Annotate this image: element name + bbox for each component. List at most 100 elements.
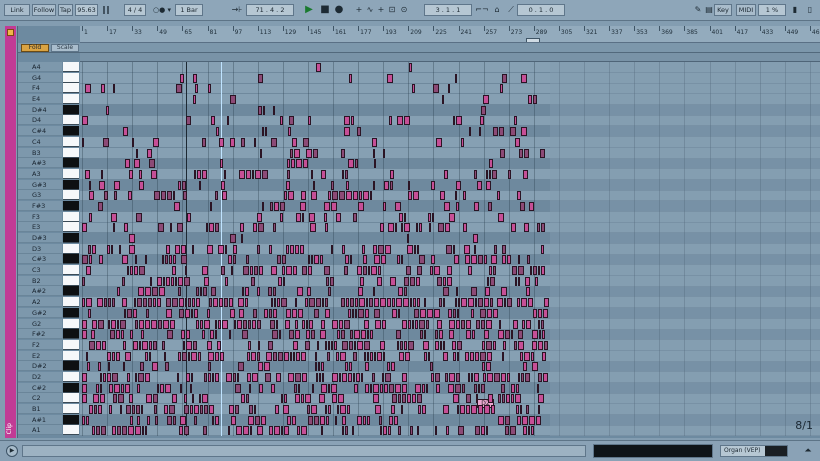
midi-note[interactable] [121, 383, 124, 393]
midi-note[interactable] [275, 405, 279, 415]
midi-note[interactable] [352, 308, 354, 318]
midi-note[interactable] [192, 394, 194, 404]
midi-note[interactable] [149, 351, 151, 361]
midi-note[interactable] [96, 340, 101, 350]
midi-note[interactable] [128, 426, 134, 436]
midi-note[interactable] [191, 308, 193, 318]
midi-note[interactable] [135, 319, 138, 329]
midi-note[interactable] [100, 383, 102, 393]
piano-key-row[interactable]: C2 [18, 393, 80, 404]
midi-note[interactable] [353, 373, 355, 382]
midi-note[interactable] [484, 298, 489, 308]
midi-note[interactable] [215, 191, 218, 201]
midi-note[interactable] [149, 340, 152, 350]
midi-note[interactable] [383, 351, 385, 361]
midi-note[interactable] [507, 373, 510, 382]
piano-key-row[interactable]: A#1 [18, 414, 80, 426]
midi-note[interactable] [507, 298, 512, 308]
midi-note[interactable] [136, 148, 138, 158]
midi-note[interactable] [308, 415, 313, 425]
midi-note[interactable] [230, 234, 236, 244]
midi-note[interactable] [538, 394, 544, 404]
midi-note[interactable] [113, 84, 115, 94]
white-key[interactable] [63, 243, 79, 254]
midi-note[interactable] [391, 405, 395, 415]
midi-note[interactable] [231, 415, 236, 425]
midi-note[interactable] [229, 405, 234, 415]
piano-key-row[interactable]: G#2 [18, 307, 80, 319]
midi-note[interactable] [262, 127, 264, 137]
midi-note[interactable] [336, 351, 339, 361]
midi-note[interactable] [373, 287, 375, 297]
midi-note[interactable] [375, 319, 381, 329]
midi-note[interactable] [402, 394, 406, 404]
metronome-icon[interactable]: ○● ▾ [151, 4, 173, 16]
midi-note[interactable] [521, 373, 524, 382]
midi-note[interactable] [389, 415, 393, 425]
midi-note[interactable] [186, 330, 190, 340]
midi-note[interactable] [162, 340, 165, 350]
midi-note[interactable] [498, 415, 504, 425]
midi-note[interactable] [341, 148, 345, 158]
midi-note[interactable] [208, 84, 211, 94]
midi-note[interactable] [422, 405, 426, 415]
white-key[interactable] [63, 190, 79, 201]
midi-note[interactable] [133, 340, 138, 350]
midi-note[interactable] [203, 287, 207, 297]
midi-note[interactable] [246, 169, 251, 179]
midi-note[interactable] [443, 340, 445, 350]
midi-note[interactable] [417, 244, 419, 254]
midi-note[interactable] [250, 426, 252, 436]
midi-note[interactable] [101, 426, 106, 436]
midi-note[interactable] [511, 383, 515, 393]
play-icon[interactable]: ▶ [303, 4, 315, 16]
midi-note[interactable] [167, 415, 172, 425]
midi-note[interactable] [204, 319, 210, 329]
midi-note[interactable] [180, 383, 182, 393]
midi-note[interactable] [183, 191, 187, 201]
midi-note[interactable] [265, 373, 271, 382]
piano-key-row[interactable]: C4 [18, 136, 80, 148]
black-key[interactable] [63, 254, 79, 265]
midi-note[interactable] [431, 373, 434, 382]
piano-key-row[interactable]: D#4 [18, 104, 80, 116]
midi-note[interactable] [210, 201, 212, 211]
piano-key-row[interactable]: F2 [18, 339, 80, 351]
midi-note[interactable] [145, 373, 150, 382]
midi-note[interactable] [473, 234, 478, 244]
midi-note[interactable] [347, 405, 350, 415]
midi-note[interactable] [407, 244, 413, 254]
midi-note[interactable] [209, 405, 214, 415]
info-view-toggle-icon[interactable]: ▶ [6, 445, 18, 457]
midi-note[interactable] [237, 319, 242, 329]
midi-note[interactable] [110, 330, 115, 340]
midi-note[interactable] [291, 159, 295, 169]
midi-note[interactable] [169, 255, 172, 265]
midi-note[interactable] [511, 394, 514, 404]
midi-note[interactable] [342, 373, 347, 382]
black-key[interactable] [63, 233, 79, 244]
midi-note[interactable] [320, 330, 326, 340]
midi-note[interactable] [82, 116, 88, 126]
midi-note[interactable] [129, 234, 135, 244]
midi-note[interactable] [408, 319, 411, 329]
midi-note[interactable] [109, 405, 112, 415]
midi-note[interactable] [179, 298, 184, 308]
midi-note[interactable] [383, 201, 386, 211]
midi-note[interactable] [285, 319, 290, 329]
midi-note[interactable] [449, 212, 455, 222]
midi-note[interactable] [273, 105, 275, 115]
midi-note[interactable] [481, 319, 485, 329]
black-key[interactable] [63, 179, 79, 190]
midi-note[interactable] [247, 373, 251, 382]
midi-note[interactable] [428, 351, 430, 361]
midi-note[interactable] [215, 319, 217, 329]
midi-note[interactable] [145, 287, 151, 297]
midi-note[interactable] [380, 298, 386, 308]
midi-note[interactable] [273, 308, 277, 318]
midi-note[interactable] [430, 362, 433, 372]
midi-note[interactable] [528, 95, 532, 105]
midi-note[interactable] [444, 201, 450, 211]
midi-note[interactable] [533, 95, 537, 105]
midi-note[interactable] [149, 159, 155, 169]
